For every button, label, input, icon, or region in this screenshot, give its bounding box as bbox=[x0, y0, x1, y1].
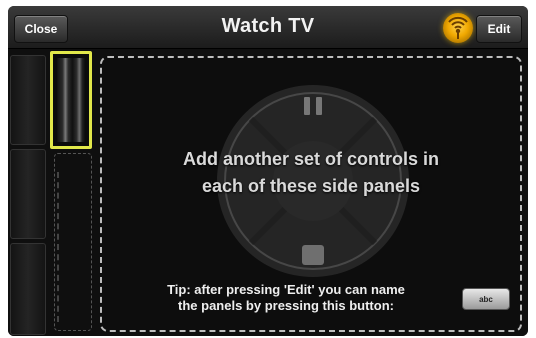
rename-panel-button[interactable]: abc bbox=[462, 288, 510, 310]
instruction-line-1: Add another set of controls in bbox=[182, 149, 439, 169]
tip-line-1: Tip: after pressing 'Edit' you can name bbox=[167, 282, 405, 297]
instruction-message: Add another set of controls in each of t… bbox=[112, 146, 510, 200]
panels-area: Add another set of controls in each of t… bbox=[8, 49, 528, 336]
main-control-panel: Add another set of controls in each of t… bbox=[100, 56, 522, 332]
tip-text: Tip: after pressing 'Edit' you can name … bbox=[126, 282, 446, 314]
remote-app-screen: Close Watch TV Edit Add another set of c… bbox=[8, 6, 528, 336]
broadcast-signal-icon[interactable] bbox=[443, 13, 473, 43]
edit-button[interactable]: Edit bbox=[476, 15, 522, 43]
top-bar: Close Watch TV Edit bbox=[8, 6, 528, 49]
instruction-line-2: each of these side panels bbox=[201, 176, 421, 196]
side-panel-1[interactable] bbox=[10, 55, 46, 145]
empty-side-panel[interactable] bbox=[54, 153, 92, 331]
side-panel-3[interactable] bbox=[10, 243, 46, 335]
selected-panel-thumbnail[interactable] bbox=[50, 51, 92, 149]
panel-divider bbox=[57, 172, 69, 322]
side-panel-2[interactable] bbox=[10, 149, 46, 239]
side-panel-strip bbox=[10, 55, 46, 335]
stop-icon[interactable] bbox=[302, 245, 324, 265]
panel-thumbnail-image bbox=[57, 58, 85, 142]
tip-line-2: the panels by pressing this button: bbox=[178, 298, 394, 313]
